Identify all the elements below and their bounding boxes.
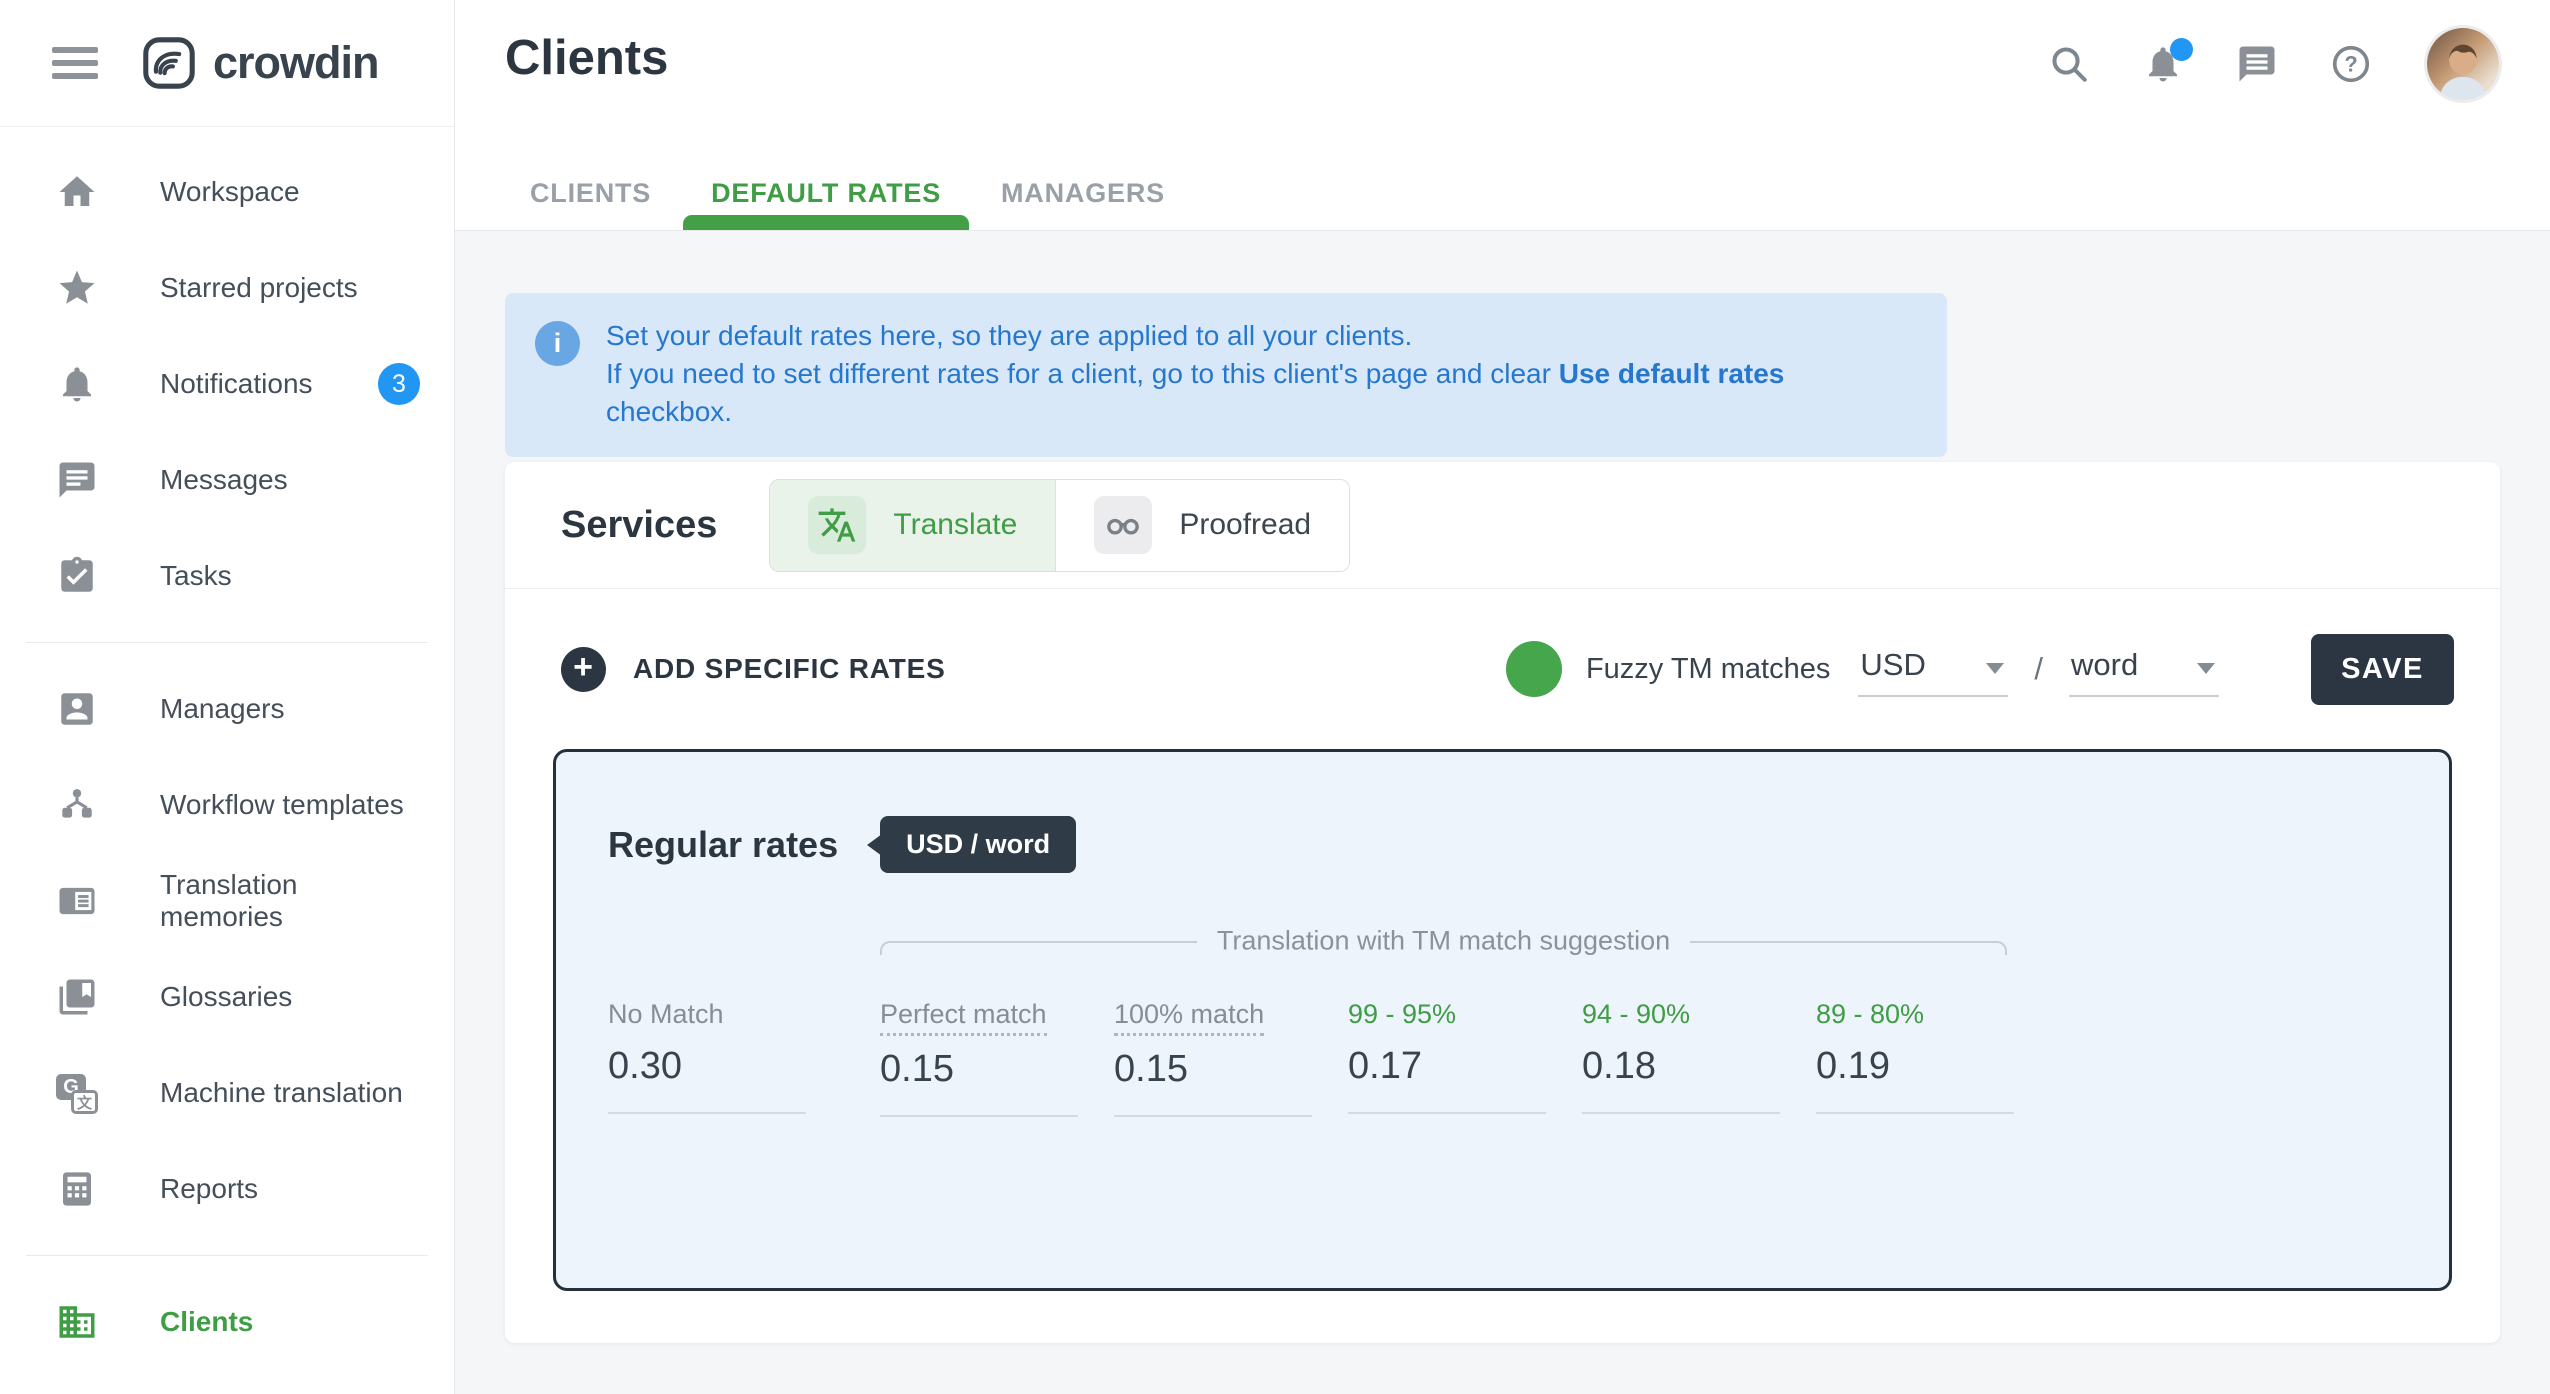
chevron-down-icon bbox=[1986, 663, 2004, 674]
sidebar-header: crowdin bbox=[0, 0, 454, 127]
fuzzy-tm-toggle[interactable] bbox=[1480, 650, 1558, 688]
sidebar-item-tasks[interactable]: Tasks bbox=[0, 528, 454, 624]
currency-unit-badge: USD / word bbox=[880, 816, 1076, 873]
svg-text:?: ? bbox=[2344, 52, 2357, 77]
service-proofread-button[interactable]: Proofread bbox=[1055, 480, 1349, 571]
page-header: Clients ? bbox=[455, 0, 2550, 231]
tab-default-rates[interactable]: DEFAULT RATES bbox=[683, 156, 969, 230]
tab-bar: CLIENTS DEFAULT RATES MANAGERS bbox=[502, 156, 1193, 230]
regular-rates-panel: Regular rates USD / word Translation wit… bbox=[553, 749, 2452, 1291]
glasses-icon bbox=[1094, 496, 1152, 554]
add-specific-rates-button[interactable]: + ADD SPECIFIC RATES bbox=[561, 647, 946, 692]
rate-input-no-match[interactable]: 0.30 bbox=[608, 1045, 806, 1088]
home-icon bbox=[56, 171, 98, 213]
building-icon bbox=[56, 1301, 98, 1343]
sidebar-divider bbox=[26, 1255, 428, 1256]
unit-select[interactable]: word bbox=[2069, 641, 2219, 697]
topbar-actions: ? bbox=[2048, 22, 2502, 106]
clipboard-check-icon bbox=[56, 555, 98, 597]
sidebar-divider bbox=[26, 642, 428, 643]
plus-icon: + bbox=[561, 647, 606, 692]
service-translate-button[interactable]: Translate bbox=[770, 480, 1055, 571]
sidebar-item-messages[interactable]: Messages bbox=[0, 432, 454, 528]
hamburger-menu-icon[interactable] bbox=[52, 40, 98, 86]
chevron-down-icon bbox=[2197, 663, 2215, 674]
currency-select[interactable]: USD bbox=[1858, 641, 2008, 697]
rate-input-99-95[interactable]: 0.17 bbox=[1348, 1045, 1546, 1088]
rates-grid: Translation with TM match suggestion No … bbox=[608, 941, 2397, 1117]
machine-translation-icon: G 文 bbox=[56, 1072, 98, 1114]
sidebar-item-translation-memories[interactable]: Translation memories bbox=[0, 853, 454, 949]
rate-col-99-95: 99 - 95% 0.17 bbox=[1348, 999, 1546, 1117]
sidebar-item-starred-projects[interactable]: Starred projects bbox=[0, 240, 454, 336]
sidebar: crowdin Workspace Starred projects Notif… bbox=[0, 0, 455, 1394]
rate-input-94-90[interactable]: 0.18 bbox=[1582, 1045, 1780, 1088]
rate-columns: No Match 0.30 Perfect match 0.15 100% ma… bbox=[608, 999, 2397, 1117]
sidebar-item-clients[interactable]: Clients bbox=[0, 1274, 454, 1370]
sidebar-item-glossaries[interactable]: Glossaries bbox=[0, 949, 454, 1045]
translation-memory-icon bbox=[56, 880, 98, 922]
crowdin-logo-text: crowdin bbox=[213, 37, 379, 89]
sidebar-nav: Workspace Starred projects Notifications… bbox=[0, 127, 454, 1370]
regular-rates-title: Regular rates bbox=[608, 824, 838, 866]
rate-col-perfect-match: Perfect match 0.15 bbox=[880, 999, 1078, 1117]
page-title: Clients bbox=[505, 30, 668, 86]
add-specific-rates-label: ADD SPECIFIC RATES bbox=[633, 653, 946, 685]
rate-input-100-match[interactable]: 0.15 bbox=[1114, 1048, 1312, 1091]
star-icon bbox=[56, 267, 98, 309]
page-content: i Set your default rates here, so they a… bbox=[455, 231, 2550, 1394]
info-banner-text: Set your default rates here, so they are… bbox=[606, 317, 1917, 431]
person-card-icon bbox=[56, 688, 98, 730]
search-icon[interactable] bbox=[2048, 43, 2090, 85]
help-icon[interactable]: ? bbox=[2330, 43, 2372, 85]
user-avatar[interactable] bbox=[2424, 25, 2502, 103]
sidebar-item-workflow-templates[interactable]: Workflow templates bbox=[0, 757, 454, 853]
rate-input-89-80[interactable]: 0.19 bbox=[1816, 1045, 2014, 1088]
fuzzy-tm-label: Fuzzy TM matches bbox=[1586, 653, 1830, 686]
workflow-icon bbox=[56, 784, 98, 826]
sidebar-item-reports[interactable]: Reports bbox=[0, 1141, 454, 1237]
crowdin-logo-icon bbox=[140, 34, 198, 92]
regular-rates-header: Regular rates USD / word bbox=[608, 816, 2397, 873]
notifications-bell-icon[interactable] bbox=[2142, 43, 2184, 85]
rate-col-no-match: No Match 0.30 bbox=[608, 999, 806, 1117]
sidebar-item-workspace[interactable]: Workspace bbox=[0, 144, 454, 240]
main-area: Clients ? bbox=[455, 0, 2550, 1394]
translate-icon bbox=[808, 496, 866, 554]
default-rates-card: Services Translate Proofread bbox=[505, 462, 2500, 1343]
unread-notification-dot bbox=[2170, 38, 2193, 61]
services-heading: Services bbox=[561, 504, 717, 547]
info-banner: i Set your default rates here, so they a… bbox=[505, 293, 1947, 457]
chat-icon[interactable] bbox=[2236, 43, 2278, 85]
message-icon bbox=[56, 459, 98, 501]
sidebar-item-machine-translation[interactable]: G 文 Machine translation bbox=[0, 1045, 454, 1141]
save-button[interactable]: SAVE bbox=[2311, 634, 2454, 705]
tm-match-group-brace: Translation with TM match suggestion bbox=[880, 941, 2007, 957]
crowdin-logo[interactable]: crowdin bbox=[140, 34, 379, 92]
sidebar-item-managers[interactable]: Managers bbox=[0, 661, 454, 757]
info-icon: i bbox=[535, 321, 580, 366]
rate-col-100-match: 100% match 0.15 bbox=[1114, 999, 1312, 1117]
rate-separator: / bbox=[2034, 651, 2043, 687]
toolbar-right: Fuzzy TM matches USD / word SAVE bbox=[1480, 634, 2454, 705]
service-proofread-label: Proofread bbox=[1179, 508, 1311, 542]
sidebar-item-notifications[interactable]: Notifications 3 bbox=[0, 336, 454, 432]
services-row: Services Translate Proofread bbox=[505, 462, 2500, 589]
service-switcher: Translate Proofread bbox=[769, 479, 1350, 572]
books-icon bbox=[56, 976, 98, 1018]
rate-col-89-80: 89 - 80% 0.19 bbox=[1816, 999, 2014, 1117]
tm-match-group-label: Translation with TM match suggestion bbox=[1217, 926, 1670, 957]
tab-clients[interactable]: CLIENTS bbox=[502, 156, 679, 230]
service-translate-label: Translate bbox=[893, 508, 1017, 542]
bell-icon bbox=[56, 363, 98, 405]
tab-managers[interactable]: MANAGERS bbox=[973, 156, 1193, 230]
notifications-count-badge: 3 bbox=[378, 363, 420, 405]
calculator-icon bbox=[56, 1168, 98, 1210]
rate-input-perfect-match[interactable]: 0.15 bbox=[880, 1048, 1078, 1091]
rates-toolbar: + ADD SPECIFIC RATES Fuzzy TM matches US… bbox=[505, 589, 2500, 749]
rate-col-94-90: 94 - 90% 0.18 bbox=[1582, 999, 1780, 1117]
